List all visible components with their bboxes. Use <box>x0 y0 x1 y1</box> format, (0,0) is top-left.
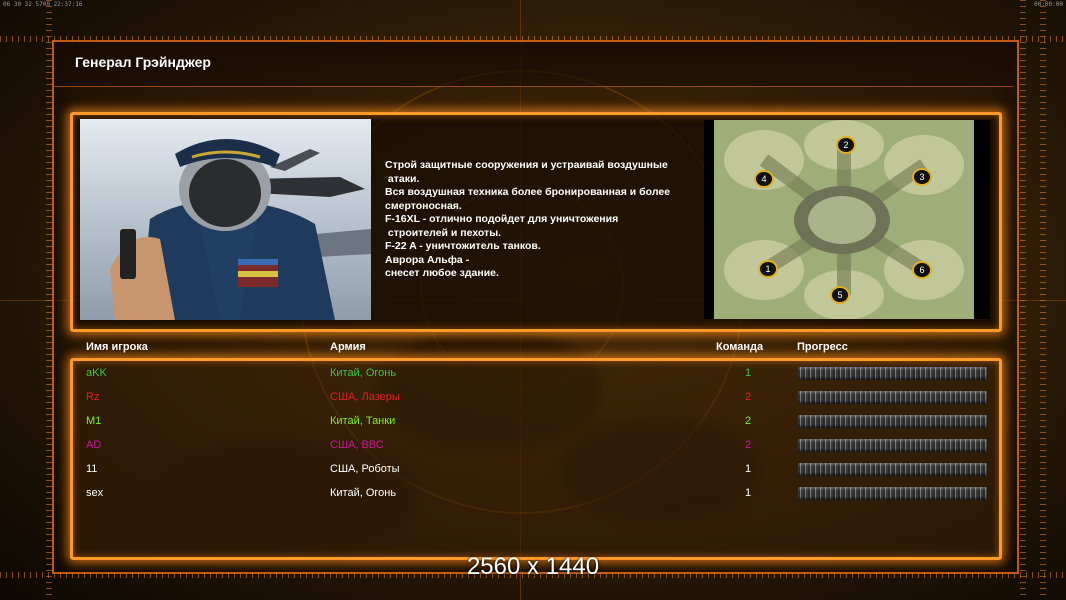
player-army: Китай, Огонь <box>330 367 397 379</box>
system-topbar: 06 30 32 5700 22:37:16 00:00:00 <box>0 0 1066 8</box>
player-name: M1 <box>86 415 102 427</box>
player-team: 2 <box>745 391 752 403</box>
column-header-player-name: Имя игрока <box>86 341 148 353</box>
column-header-army: Армия <box>330 341 366 353</box>
player-team: 2 <box>745 439 752 451</box>
player-progress-bar <box>798 463 987 476</box>
player-army: США, Лазеры <box>330 391 400 403</box>
map-slot-6[interactable]: 6 <box>912 261 932 279</box>
player-name: aKK <box>86 367 107 379</box>
player-name: AD <box>86 439 102 451</box>
player-team: 1 <box>745 463 752 475</box>
topbar-right-clock: 00:00:00 <box>1034 1 1063 8</box>
description-line: Строй защитные сооружения и устраивай во… <box>385 159 668 171</box>
player-team: 1 <box>745 367 752 379</box>
general-portrait <box>80 119 371 320</box>
description-line: снесет любое здание. <box>385 267 499 279</box>
player-army: Китай, Танки <box>330 415 396 427</box>
player-progress-bar <box>798 391 987 404</box>
general-description: Строй защитные сооружения и устраивай во… <box>385 159 705 281</box>
player-progress-bar <box>798 415 987 428</box>
player-army: Китай, Огонь <box>330 487 397 499</box>
map-slot-1[interactable]: 1 <box>758 260 778 278</box>
description-line: Аврора Альфа - <box>385 253 470 266</box>
player-name: Rz <box>86 391 100 403</box>
map-slot-4[interactable]: 4 <box>754 170 774 188</box>
map-slot-5[interactable]: 5 <box>830 286 850 304</box>
player-progress-bar <box>798 487 987 500</box>
player-name: 11 <box>86 463 98 475</box>
player-team: 1 <box>745 487 752 499</box>
topbar-left-stats: 06 30 32 5700 22:37:16 <box>3 1 83 8</box>
player-progress-bar <box>798 439 987 452</box>
player-name: sex <box>86 487 104 499</box>
description-line: строителей и пехоты. <box>385 226 502 239</box>
player-army: США, ВВС <box>330 439 384 451</box>
players-table-panel <box>70 358 1002 560</box>
map-slot-2[interactable]: 2 <box>836 136 856 154</box>
map-preview[interactable]: 1 2 3 4 5 6 <box>704 120 990 320</box>
resolution-label: 2560 x 1440 <box>466 553 600 580</box>
map-slot-3[interactable]: 3 <box>912 168 932 186</box>
player-progress-bar <box>798 367 987 380</box>
description-line: смертоносная. <box>385 199 462 212</box>
description-line: F-16XL - отлично подойдет для уничтожени… <box>385 213 619 225</box>
column-header-team: Команда <box>716 341 764 353</box>
description-line: F-22 A - уничтожитель танков. <box>385 240 541 252</box>
player-team: 2 <box>745 415 752 427</box>
general-title: Генерал Грэйнджер <box>75 54 211 70</box>
description-line: Вся воздушная техника более бронированна… <box>385 186 671 198</box>
description-line: атаки. <box>385 172 420 185</box>
player-army: США, Роботы <box>330 463 400 475</box>
column-header-progress: Прогресс <box>797 341 848 353</box>
